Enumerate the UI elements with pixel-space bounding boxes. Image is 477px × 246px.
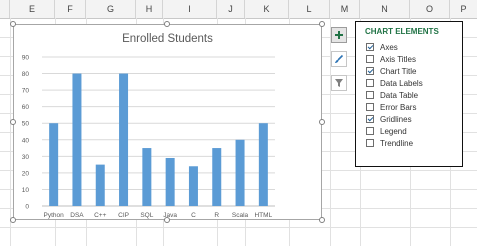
chart-filters-button[interactable]: [331, 75, 347, 91]
bar[interactable]: [235, 139, 245, 206]
checkbox[interactable]: [366, 79, 374, 87]
chart-area[interactable]: Enrolled Students 0 10 20 30 40 50 60 70 80 90 Pyt…: [13, 24, 322, 220]
column-header[interactable]: G: [86, 0, 136, 18]
bar[interactable]: [165, 157, 175, 206]
x-tick-label: SQL: [140, 212, 153, 219]
column-header[interactable]: N: [360, 0, 410, 18]
y-tick-label: 20: [22, 170, 30, 177]
resize-handle[interactable]: [319, 217, 325, 223]
x-tick-label: Python: [44, 212, 65, 219]
x-tick-label: C++: [94, 212, 106, 219]
chart-element-option-data-table[interactable]: Data Table: [366, 89, 418, 101]
column-header[interactable]: M: [330, 0, 360, 18]
y-tick-label: 40: [22, 137, 30, 144]
brush-icon: [335, 54, 344, 63]
column-header[interactable]: H: [136, 0, 163, 18]
resize-handle[interactable]: [319, 119, 325, 125]
x-tick-label: Scala: [232, 212, 249, 219]
column-header[interactable]: E: [10, 0, 55, 18]
plot-area[interactable]: 0102030405060708090Python DSA C++ CIP SQL Jav…: [14, 25, 321, 219]
resize-handle[interactable]: [10, 21, 16, 27]
bar[interactable]: [95, 164, 105, 206]
bar[interactable]: [49, 123, 59, 206]
resize-handle[interactable]: [164, 21, 170, 27]
chart-element-option-axis-titles[interactable]: Axis Titles: [366, 53, 416, 65]
chart-element-option-legend[interactable]: Legend: [366, 125, 407, 137]
chart-styles-button[interactable]: [331, 51, 347, 67]
chart-element-option-data-labels[interactable]: Data Labels: [366, 77, 423, 89]
checkbox[interactable]: [366, 115, 374, 123]
bar[interactable]: [142, 148, 152, 206]
option-label: Chart Title: [380, 66, 417, 76]
y-tick-label: 30: [22, 154, 30, 161]
option-label: Trendline: [380, 138, 414, 148]
bar[interactable]: [188, 166, 198, 206]
plus-icon: [335, 31, 343, 39]
checkbox[interactable]: [366, 127, 374, 135]
checkbox[interactable]: [366, 67, 374, 75]
chart-element-option-trendline[interactable]: Trendline: [366, 137, 413, 149]
y-tick-label: 10: [22, 187, 30, 194]
chart-elements-panel: CHART ELEMENTS Axes Axis Titles Chart Ti…: [355, 21, 463, 167]
y-tick-label: 80: [22, 71, 30, 78]
column-header[interactable]: O: [410, 0, 450, 18]
column-header[interactable]: J: [217, 0, 245, 18]
option-label: Axis Titles: [380, 54, 417, 64]
checkbox[interactable]: [366, 103, 374, 111]
y-tick-label: 90: [22, 55, 30, 62]
y-tick-label: 0: [25, 204, 29, 211]
gridline: [0, 227, 477, 228]
checkbox[interactable]: [366, 91, 374, 99]
select-all-corner[interactable]: [0, 0, 10, 18]
x-tick-label: CIP: [118, 212, 129, 219]
option-label: Data Table: [380, 90, 419, 100]
y-tick-label: 60: [22, 104, 30, 111]
bar[interactable]: [212, 148, 222, 206]
option-label: Error Bars: [380, 102, 417, 112]
chart-element-option-gridlines[interactable]: Gridlines: [366, 113, 412, 125]
x-tick-label: HTML: [254, 212, 272, 219]
resize-handle[interactable]: [10, 119, 16, 125]
column-header-row: E F G H I J K L M N O P: [0, 0, 477, 19]
chart-element-option-chart-title[interactable]: Chart Title: [366, 65, 416, 77]
filter-icon: [335, 79, 343, 87]
chart-element-option-error-bars[interactable]: Error Bars: [366, 101, 416, 113]
chart-elements-button[interactable]: [331, 27, 347, 43]
column-header[interactable]: L: [289, 0, 330, 18]
resize-handle[interactable]: [10, 217, 16, 223]
bar[interactable]: [119, 73, 129, 206]
x-tick-label: C: [191, 212, 196, 219]
x-tick-label: DSA: [70, 212, 84, 219]
checkbox[interactable]: [366, 55, 374, 63]
option-label: Axes: [380, 42, 398, 52]
bar[interactable]: [72, 73, 82, 206]
option-label: Gridlines: [380, 114, 412, 124]
resize-handle[interactable]: [319, 21, 325, 27]
resize-handle[interactable]: [164, 217, 170, 223]
column-header[interactable]: K: [245, 0, 289, 18]
option-label: Legend: [380, 126, 407, 136]
checkbox[interactable]: [366, 43, 374, 51]
bar[interactable]: [258, 123, 268, 206]
option-label: Data Labels: [380, 78, 423, 88]
column-header[interactable]: P: [450, 0, 477, 18]
chart-element-option-axes[interactable]: Axes: [366, 41, 398, 53]
checkbox[interactable]: [366, 139, 374, 147]
column-header[interactable]: F: [55, 0, 86, 18]
column-header[interactable]: I: [163, 0, 217, 18]
x-tick-label: R: [214, 212, 219, 219]
y-tick-label: 70: [22, 88, 30, 95]
y-tick-label: 50: [22, 121, 30, 128]
panel-title: CHART ELEMENTS: [365, 27, 439, 36]
